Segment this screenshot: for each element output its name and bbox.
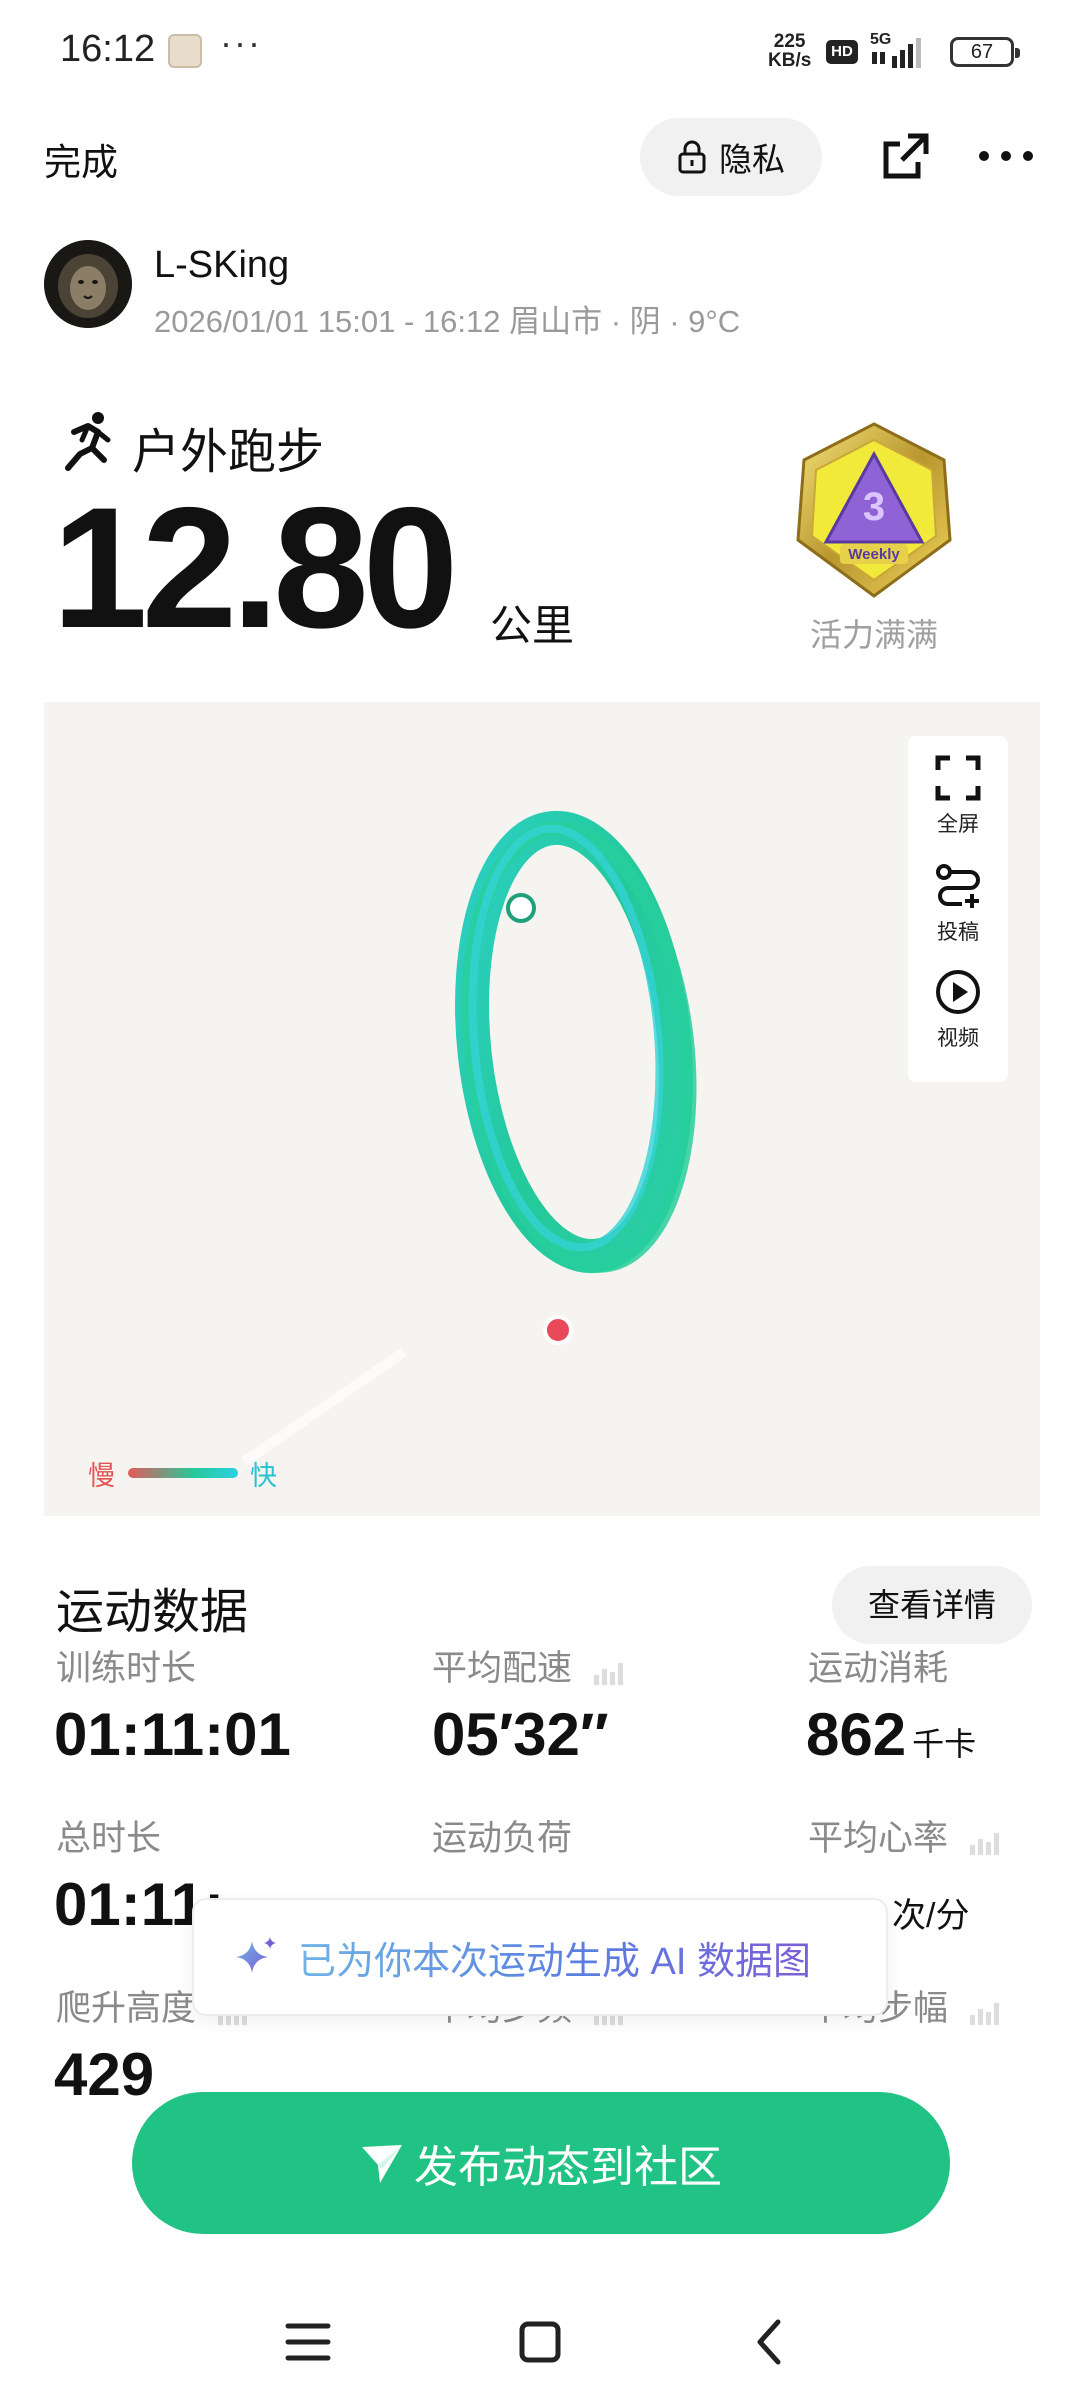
play-video-label: 视频 xyxy=(937,1027,979,1050)
ai-banner-text: 已为你本次运动生成 AI 数据图 xyxy=(298,1930,811,1985)
back-icon[interactable] xyxy=(730,2302,810,2382)
net-speed-value: 225 xyxy=(773,31,806,52)
submit-route-button[interactable]: 投稿 xyxy=(908,862,1008,946)
stat-calories: 862 千卡 xyxy=(806,1700,976,1769)
menu-icon[interactable] xyxy=(268,2302,348,2382)
stat-label-avg-pace: 平均配速 xyxy=(432,1649,573,1688)
trend-chart-icon xyxy=(593,1662,623,1685)
system-nav-bar xyxy=(0,2280,1080,2400)
badge-label: 活力满满 xyxy=(809,617,938,653)
route-track xyxy=(241,810,697,1467)
username: L-SKing xyxy=(154,244,290,286)
home-icon[interactable] xyxy=(500,2302,580,2382)
notification-app-icon xyxy=(168,34,202,68)
section-title: 运动数据 xyxy=(56,1586,249,1639)
legend-slow: 慢 xyxy=(88,1461,115,1491)
done-button[interactable]: 完成 xyxy=(44,132,118,186)
trend-chart-icon xyxy=(969,2002,999,2025)
stat-value-elevation: 429 xyxy=(54,2041,155,2108)
stat-pace[interactable]: 平均配速 xyxy=(432,1640,628,1691)
publish-label: 发布动态到社区 xyxy=(414,2143,722,2192)
distance-value: 12.80 xyxy=(52,472,458,664)
stat-label-elevation: 爬升高度 xyxy=(56,1989,197,2028)
battery-icon: 67 xyxy=(950,37,1020,67)
stat-unit-calories: 千卡 xyxy=(912,1726,977,1762)
stat-label-total-time: 总时长 xyxy=(56,1819,162,1858)
privacy-button[interactable]: 隐私 xyxy=(640,118,822,196)
running-icon xyxy=(65,412,111,471)
network-type: 5G xyxy=(870,31,891,48)
more-notifications-icon: ··· xyxy=(220,22,262,63)
route-map[interactable]: 全屏 投稿 视频 慢 快 xyxy=(44,702,1040,1516)
fullscreen-label: 全屏 xyxy=(937,813,979,836)
play-video-icon xyxy=(936,970,980,1014)
stat-value-avg-pace: 05′32″ xyxy=(432,1701,609,1768)
route-start-marker xyxy=(506,893,536,923)
share-icon[interactable] xyxy=(878,128,934,184)
stat-label-calories: 运动消耗 xyxy=(808,1649,949,1688)
submit-route-label: 投稿 xyxy=(937,921,979,944)
stat-unit-heart-rate: 次/分 xyxy=(892,1897,970,1935)
hd-icon: HD xyxy=(826,40,858,64)
svg-text:3: 3 xyxy=(863,485,885,529)
stat-value-calories: 862 xyxy=(806,1701,907,1768)
play-video-button[interactable]: 视频 xyxy=(908,968,1008,1052)
lion-avatar-image xyxy=(44,240,132,328)
publish-to-community-button[interactable]: 发布动态到社区 xyxy=(132,2092,950,2234)
avatar[interactable] xyxy=(44,240,132,328)
stat-heart-rate[interactable]: 平均心率 xyxy=(808,1810,1004,1861)
net-speed-unit: KB/s xyxy=(768,50,812,71)
privacy-label: 隐私 xyxy=(719,141,785,178)
signal-icon: 5G xyxy=(870,31,921,68)
status-time: 16:12 xyxy=(60,28,156,70)
view-details-button[interactable]: 查看详情 xyxy=(832,1566,1032,1644)
fullscreen-button[interactable]: 全屏 xyxy=(908,754,1008,838)
fullscreen-icon xyxy=(935,755,981,801)
legend-fast: 快 xyxy=(250,1461,277,1491)
status-bar: 16:12 ··· 225 KB/s HD 5G 67 xyxy=(0,0,1080,100)
stat-value-training-time: 01:11:01 xyxy=(54,1701,291,1768)
submit-route-icon xyxy=(936,864,980,908)
more-icon[interactable] xyxy=(978,146,1034,166)
stat-label-avg-heart-rate: 平均心率 xyxy=(808,1819,949,1858)
send-icon xyxy=(362,2145,402,2183)
sparkle-icon xyxy=(236,1937,276,1973)
lock-icon xyxy=(678,140,706,174)
ai-chart-banner[interactable]: 已为你本次运动生成 AI 数据图 xyxy=(192,1898,888,2016)
weekly-medal-icon[interactable]: 3 Weekly xyxy=(794,420,954,600)
workout-meta: 2026/01/01 15:01 - 16:12 眉山市 · 阴 · 9°C xyxy=(154,304,741,339)
trend-chart-icon xyxy=(969,1832,999,1855)
net-speed: 225 KB/s xyxy=(768,32,811,70)
route-end-marker xyxy=(543,1315,573,1345)
map-toolbar: 全屏 投稿 视频 xyxy=(908,736,1008,1082)
stat-label-training-time: 训练时长 xyxy=(56,1649,197,1688)
distance-unit: 公里 xyxy=(490,602,575,649)
badge-weekly-text: Weekly xyxy=(848,546,900,563)
pace-legend-bar xyxy=(128,1468,238,1478)
stat-label-training-load: 运动负荷 xyxy=(432,1819,573,1858)
